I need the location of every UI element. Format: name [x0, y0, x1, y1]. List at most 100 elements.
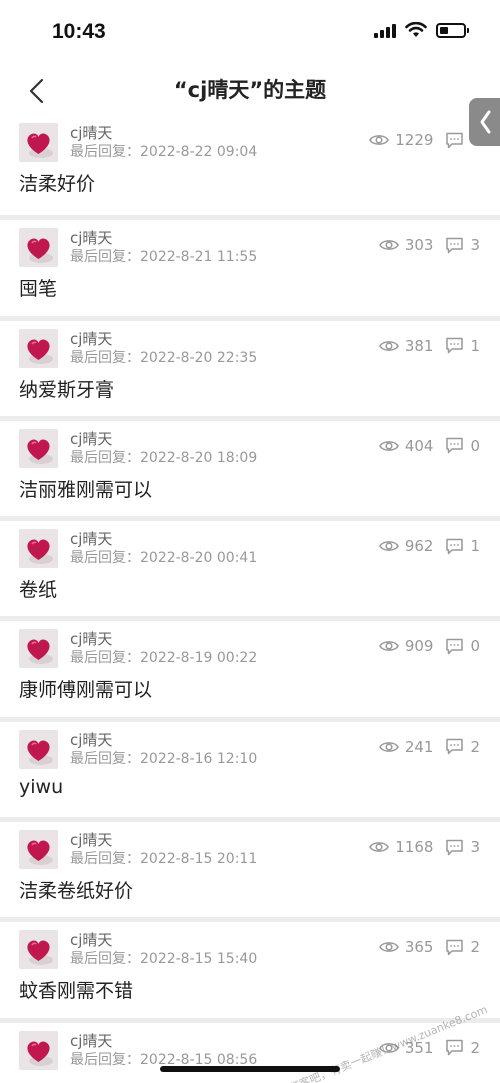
- topic-replies: 2: [470, 938, 480, 957]
- home-indicator[interactable]: [160, 1066, 340, 1072]
- topic-stats: 1229 4: [369, 131, 480, 149]
- topic-last-reply: 最后回复：2022-8-22 09:04: [70, 144, 258, 160]
- topic-stats: 365 2: [378, 938, 480, 957]
- wifi-icon: [405, 22, 427, 37]
- avatar[interactable]: [19, 428, 58, 468]
- topic-title[interactable]: 洁柔好价: [19, 169, 95, 196]
- topic-item[interactable]: cj晴天 最后回复：2022-8-20 00:41 962 1 卷纸: [0, 516, 500, 617]
- topic-replies: 1: [470, 336, 480, 355]
- topic-stats: 404 0: [378, 436, 480, 455]
- topic-last-reply: 最后回复：2022-8-20 22:35: [70, 349, 258, 366]
- status-icons: [374, 22, 469, 38]
- avatar[interactable]: [19, 930, 58, 970]
- comment-icon: [446, 839, 464, 855]
- avatar[interactable]: [19, 328, 58, 368]
- topic-author[interactable]: cj晴天: [70, 729, 112, 750]
- topic-replies: 0: [470, 436, 480, 455]
- topic-stats: 381 1: [378, 336, 480, 355]
- comment-icon: [446, 132, 464, 148]
- topic-author[interactable]: cj晴天: [70, 428, 112, 449]
- comment-icon: [446, 939, 464, 956]
- topic-item[interactable]: cj晴天 最后回复：2022-8-21 11:55 303 3 囤笔: [0, 215, 500, 316]
- topic-item[interactable]: cj晴天 最后回复：2022-8-16 12:10 241 2 yiwu: [0, 716, 500, 818]
- eye-icon: [378, 441, 399, 451]
- topic-views: 365: [404, 938, 434, 957]
- topic-views: 404: [404, 436, 434, 455]
- eye-icon: [378, 541, 399, 552]
- eye-icon: [369, 842, 390, 852]
- avatar[interactable]: [19, 729, 58, 769]
- eye-icon: [378, 340, 399, 351]
- eye-icon: [369, 135, 390, 145]
- nav-bar: “cj晴天”的主题: [0, 64, 500, 120]
- topic-author[interactable]: cj晴天: [70, 829, 112, 850]
- side-drawer-tab[interactable]: [469, 98, 500, 146]
- comment-icon: [446, 237, 464, 254]
- topic-replies: 2: [470, 737, 480, 756]
- topic-replies: 3: [470, 838, 480, 857]
- topic-views: 962: [404, 537, 434, 556]
- topic-last-reply: 最后回复：2022-8-15 15:40: [70, 951, 258, 968]
- eye-icon: [378, 741, 399, 752]
- avatar[interactable]: [19, 228, 58, 268]
- topic-author[interactable]: cj晴天: [70, 1030, 112, 1051]
- topic-item[interactable]: cj晴天 最后回复：2022-8-15 20:11 1168 3 洁柔卷纸好价: [0, 817, 500, 918]
- topic-last-reply: 最后回复：2022-8-16 12:10: [70, 750, 258, 767]
- comment-icon: [446, 538, 464, 554]
- topic-stats: 909 0: [378, 637, 480, 656]
- topic-item[interactable]: cj晴天 最后回复：2022-8-19 00:22 909 0 康师傅刚需可以: [0, 616, 500, 717]
- topic-title[interactable]: yiwu: [19, 776, 63, 798]
- comment-icon: [446, 337, 464, 354]
- topic-title[interactable]: 纳爱斯牙膏: [19, 375, 114, 402]
- battery-icon: [436, 22, 469, 38]
- avatar[interactable]: [19, 529, 58, 569]
- topic-item[interactable]: cj晴天 最后回复：2022-8-20 18:09 404 0 洁丽雅刚需可以: [0, 415, 500, 517]
- topic-title[interactable]: 康师傅刚需可以: [19, 675, 152, 702]
- status-bar: 10:43: [0, 0, 500, 64]
- topic-views: 1229: [395, 131, 434, 149]
- topic-last-reply: 最后回复：2022-8-20 18:09: [70, 449, 258, 466]
- topic-author[interactable]: cj晴天: [70, 628, 112, 649]
- topic-title[interactable]: 卷纸: [19, 575, 57, 602]
- chevron-left-icon: [480, 110, 490, 134]
- topic-stats: 303 3: [378, 236, 480, 255]
- topic-views: 241: [404, 737, 434, 756]
- topic-stats: 962 1: [378, 537, 480, 556]
- topic-list: cj晴天 最后回复：2022-8-22 09:04 1229 4 洁柔好价 c: [0, 120, 500, 1083]
- eye-icon: [378, 240, 399, 251]
- comment-icon: [446, 739, 464, 755]
- comment-icon: [446, 438, 464, 454]
- eye-icon: [378, 942, 399, 953]
- topic-author[interactable]: cj晴天: [70, 328, 112, 349]
- topic-item[interactable]: cj晴天 最后回复：2022-8-22 09:04 1229 4 洁柔好价: [0, 120, 500, 216]
- topic-author[interactable]: cj晴天: [70, 227, 112, 248]
- topic-views: 909: [404, 637, 434, 656]
- topic-last-reply: 最后回复：2022-8-21 11:55: [70, 249, 258, 266]
- avatar[interactable]: [19, 629, 58, 669]
- avatar[interactable]: [19, 1030, 58, 1070]
- topic-item[interactable]: cj晴天 最后回复：2022-8-15 15:40 365 2 蚊香刚需不错: [0, 917, 500, 1018]
- topic-replies: 3: [470, 236, 480, 255]
- topic-item[interactable]: cj晴天 最后回复：2022-8-20 22:35 381 1 纳爱斯牙膏: [0, 315, 500, 416]
- topic-title[interactable]: 囤笔: [19, 274, 57, 301]
- topic-replies: 0: [470, 637, 480, 656]
- eye-icon: [378, 641, 399, 652]
- comment-icon: [446, 638, 464, 655]
- topic-author[interactable]: cj晴天: [70, 528, 112, 549]
- topic-views: 303: [404, 236, 434, 255]
- topic-author[interactable]: cj晴天: [70, 122, 112, 143]
- avatar[interactable]: [19, 830, 58, 870]
- topic-title[interactable]: 洁柔卷纸好价: [19, 876, 133, 903]
- page-title: “cj晴天”的主题: [173, 78, 327, 102]
- topic-last-reply: 最后回复：2022-8-19 00:22: [70, 650, 258, 667]
- avatar[interactable]: [19, 123, 58, 162]
- topic-replies: 1: [470, 537, 480, 556]
- topic-author[interactable]: cj晴天: [70, 929, 112, 950]
- battery-level: [440, 26, 448, 34]
- status-time: 10:43: [52, 20, 106, 43]
- topic-title[interactable]: 洁丽雅刚需可以: [19, 475, 152, 502]
- comment-icon: [446, 1039, 464, 1056]
- topic-title[interactable]: 蚊香刚需不错: [19, 976, 133, 1003]
- topic-replies: 2: [470, 1038, 480, 1057]
- cellular-signal-icon: [374, 23, 396, 38]
